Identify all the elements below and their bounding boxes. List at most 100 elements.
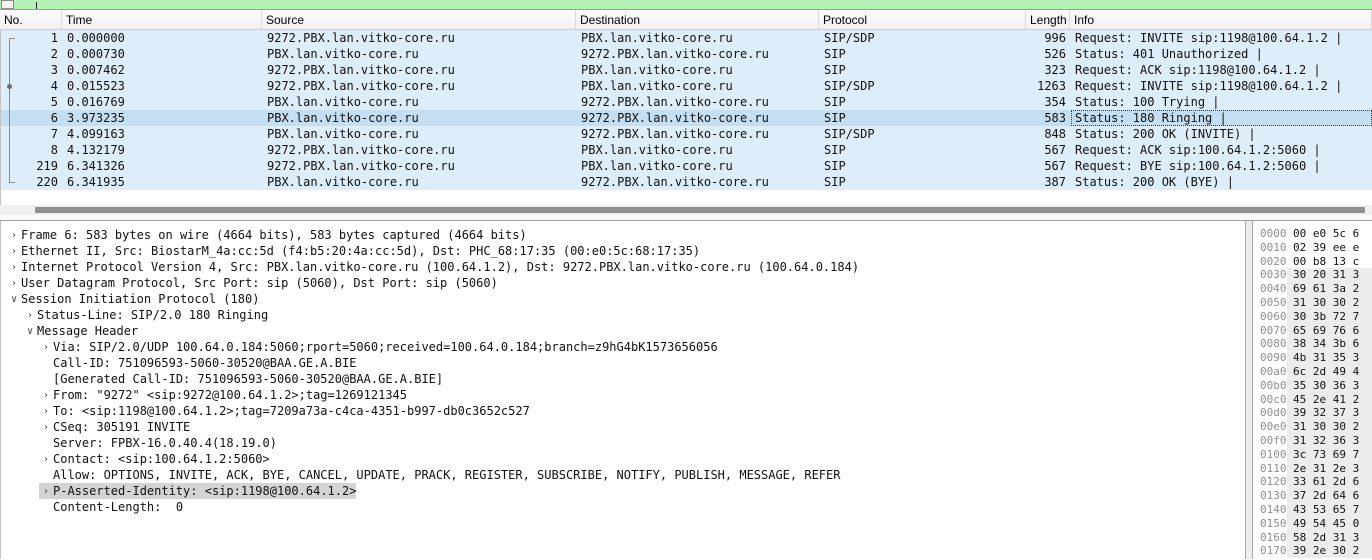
cell-proto[interactable]: SIP xyxy=(820,94,1027,110)
horizontal-scrollbar-thumb[interactable] xyxy=(35,207,1365,213)
cell-no[interactable]: 6 xyxy=(1,110,63,126)
hex-bytes[interactable]: 49 54 45 0 xyxy=(1287,516,1372,531)
packet-row[interactable]: 3 0.007462 9272.PBX.lan.vitko-core.ru PBX.l… xyxy=(1,62,1372,78)
hex-row[interactable]: 0000 00 e0 5c 6 xyxy=(1253,227,1372,241)
hex-row[interactable]: 0100 3c 73 69 7 xyxy=(1253,447,1372,462)
display-filter-bar[interactable] xyxy=(0,0,1372,10)
packet-row[interactable]: 4 0.015523 9272.PBX.lan.vitko-core.ru PBX.l… xyxy=(1,78,1372,94)
cell-len[interactable]: 323 xyxy=(1027,62,1071,78)
packet-row[interactable]: 8 4.132179 9272.PBX.lan.vitko-core.ru PBX.l… xyxy=(1,142,1372,158)
cell-src[interactable]: PBX.lan.vitko-core.ru xyxy=(263,94,577,110)
detail-row[interactable]: › From: "9272" <sip:9272@100.64.1.2>;tag=… xyxy=(1,387,1245,403)
detail-row[interactable]: ∨ Message Header xyxy=(1,323,1245,339)
expander-collapsed-icon[interactable]: › xyxy=(39,454,53,465)
detail-row[interactable]: › CSeq: 305191 INVITE xyxy=(1,419,1245,435)
column-header-info[interactable]: Info xyxy=(1070,10,1372,29)
hex-row[interactable]: 00c0 45 2e 41 2 xyxy=(1253,392,1372,407)
expander-collapsed-icon[interactable]: › xyxy=(7,262,21,273)
detail-row-content[interactable]: Allow: OPTIONS, INVITE, ACK, BYE, CANCEL… xyxy=(39,467,840,483)
hex-bytes[interactable]: 35 30 36 3 xyxy=(1287,378,1372,393)
cell-src[interactable]: 9272.PBX.lan.vitko-core.ru xyxy=(263,78,577,94)
cell-info[interactable]: Request: ACK sip:100.64.1.2:5060 | xyxy=(1071,142,1372,158)
detail-row-content[interactable]: › Frame 6: 583 bytes on wire (4664 bits),… xyxy=(7,227,527,243)
hex-bytes[interactable]: 39 2e 30 2 xyxy=(1287,544,1372,559)
expander-expanded-icon[interactable]: ∨ xyxy=(23,326,37,337)
cell-src[interactable]: PBX.lan.vitko-core.ru xyxy=(263,126,577,142)
packet-row[interactable]: 219 6.341326 9272.PBX.lan.vitko-core.ru PBX… xyxy=(1,158,1372,174)
detail-row[interactable]: › Contact: <sip:100.64.1.2:5060> xyxy=(1,451,1245,467)
cell-dst[interactable]: 9272.PBX.lan.vitko-core.ru xyxy=(577,126,820,142)
hex-bytes[interactable]: 31 30 30 2 xyxy=(1287,295,1372,310)
expander-expanded-icon[interactable]: ∨ xyxy=(7,294,21,305)
cell-no[interactable]: 7 xyxy=(1,126,63,142)
cell-dst[interactable]: PBX.lan.vitko-core.ru xyxy=(577,30,820,46)
cell-dst[interactable]: 9272.PBX.lan.vitko-core.ru xyxy=(577,174,820,190)
hex-row[interactable]: 0110 2e 31 2e 3 xyxy=(1253,461,1372,476)
expander-collapsed-icon[interactable]: › xyxy=(39,486,53,497)
expander-collapsed-icon[interactable]: › xyxy=(39,390,53,401)
cell-no[interactable]: 219 xyxy=(1,158,63,174)
cell-proto[interactable]: SIP/SDP xyxy=(820,78,1027,94)
hex-bytes[interactable]: 00 b8 13 c xyxy=(1287,255,1372,269)
cell-src[interactable]: PBX.lan.vitko-core.ru xyxy=(263,174,577,190)
hex-row[interactable]: 0080 38 34 3b 6 xyxy=(1253,337,1372,352)
detail-row-content[interactable]: Content-Length: 0 xyxy=(39,499,183,515)
cell-time[interactable]: 0.015523 xyxy=(63,78,263,94)
expander-collapsed-icon[interactable]: › xyxy=(23,310,37,321)
cell-proto[interactable]: SIP xyxy=(820,110,1027,126)
hex-bytes[interactable]: 39 32 37 3 xyxy=(1287,406,1372,421)
detail-row-content[interactable]: Server: FPBX-16.0.40.4(18.19.0) xyxy=(39,435,277,451)
cell-len[interactable]: 996 xyxy=(1027,30,1071,46)
cell-time[interactable]: 4.099163 xyxy=(63,126,263,142)
cell-src[interactable]: 9272.PBX.lan.vitko-core.ru xyxy=(263,142,577,158)
cell-src[interactable]: 9272.PBX.lan.vitko-core.ru xyxy=(263,30,577,46)
cell-info[interactable]: Request: INVITE sip:1198@100.64.1.2 | xyxy=(1071,78,1372,94)
detail-row[interactable]: › Ethernet II, Src: BiostarM_4a:cc:5d (f4… xyxy=(1,243,1245,259)
cell-len[interactable]: 387 xyxy=(1027,174,1071,190)
cell-len[interactable]: 567 xyxy=(1027,158,1071,174)
cell-proto[interactable]: SIP/SDP xyxy=(820,126,1027,142)
hex-row[interactable]: 00b0 35 30 36 3 xyxy=(1253,378,1372,393)
detail-row-content[interactable]: › Contact: <sip:100.64.1.2:5060> xyxy=(39,451,270,467)
cell-len[interactable]: 526 xyxy=(1027,46,1071,62)
hex-bytes[interactable]: 6c 2d 49 4 xyxy=(1287,364,1372,379)
column-header-len[interactable]: Length xyxy=(1026,10,1070,29)
detail-row-content[interactable]: › Status-Line: SIP/2.0 180 Ringing xyxy=(23,307,268,323)
cell-info[interactable]: Status: 100 Trying | xyxy=(1071,94,1372,110)
packet-row[interactable]: 5 0.016769 PBX.lan.vitko-core.ru 9272.PBX.l… xyxy=(1,94,1372,110)
hex-row[interactable]: 0160 58 2d 31 3 xyxy=(1253,530,1372,545)
cell-src[interactable]: PBX.lan.vitko-core.ru xyxy=(263,110,577,126)
detail-row-content[interactable]: ∨ Message Header xyxy=(23,323,138,339)
hex-row[interactable]: 0020 00 b8 13 c xyxy=(1253,255,1372,269)
cell-dst[interactable]: 9272.PBX.lan.vitko-core.ru xyxy=(577,46,820,62)
hex-bytes[interactable]: 4b 31 35 3 xyxy=(1287,351,1372,365)
packet-row[interactable]: 1 0.000000 9272.PBX.lan.vitko-core.ru PBX.l… xyxy=(1,30,1372,46)
hex-row[interactable]: 0120 33 61 2d 6 xyxy=(1253,475,1372,490)
cell-time[interactable]: 6.341935 xyxy=(63,174,263,190)
cell-time[interactable]: 0.007462 xyxy=(63,62,263,78)
cell-time[interactable]: 0.000730 xyxy=(63,46,263,62)
cell-no[interactable]: 220 xyxy=(1,174,63,190)
detail-row[interactable]: › Status-Line: SIP/2.0 180 Ringing xyxy=(1,307,1245,323)
cell-src[interactable]: 9272.PBX.lan.vitko-core.ru xyxy=(263,62,577,78)
cell-len[interactable]: 848 xyxy=(1027,126,1071,142)
detail-row-content[interactable]: Call-ID: 751096593-5060-30520@BAA.GE.A.B… xyxy=(39,355,356,371)
cell-proto[interactable]: SIP xyxy=(820,46,1027,62)
detail-row-content[interactable]: › Internet Protocol Version 4, Src: PBX.l… xyxy=(7,259,859,275)
detail-row[interactable]: Content-Length: 0 xyxy=(1,499,1245,515)
detail-row-content[interactable]: › Via: SIP/2.0/UDP 100.64.0.184:5060;rpor… xyxy=(39,339,718,355)
detail-row[interactable]: Allow: OPTIONS, INVITE, ACK, BYE, CANCEL… xyxy=(1,467,1245,483)
hex-row[interactable]: 0050 31 30 30 2 xyxy=(1253,295,1372,310)
hex-bytes[interactable]: 31 32 36 3 xyxy=(1287,433,1372,448)
cell-info[interactable]: Status: 401 Unauthorized | xyxy=(1071,46,1372,62)
horizontal-scrollbar[interactable] xyxy=(0,205,1372,215)
detail-row-content[interactable]: › From: "9272" <sip:9272@100.64.1.2>;tag=… xyxy=(39,387,407,403)
hex-row[interactable]: 0140 43 53 65 7 xyxy=(1253,502,1372,517)
hex-row[interactable]: 0010 02 39 ee e xyxy=(1253,241,1372,255)
cell-dst[interactable]: PBX.lan.vitko-core.ru xyxy=(577,78,820,94)
hex-row[interactable]: 00e0 31 30 30 2 xyxy=(1253,420,1372,434)
hex-bytes[interactable]: 00 e0 5c 6 xyxy=(1287,227,1372,241)
detail-row[interactable]: ∨ Session Initiation Protocol (180) xyxy=(1,291,1245,307)
detail-row[interactable]: [Generated Call-ID: 751096593-5060-30520… xyxy=(1,371,1245,387)
cell-proto[interactable]: SIP xyxy=(820,174,1027,190)
